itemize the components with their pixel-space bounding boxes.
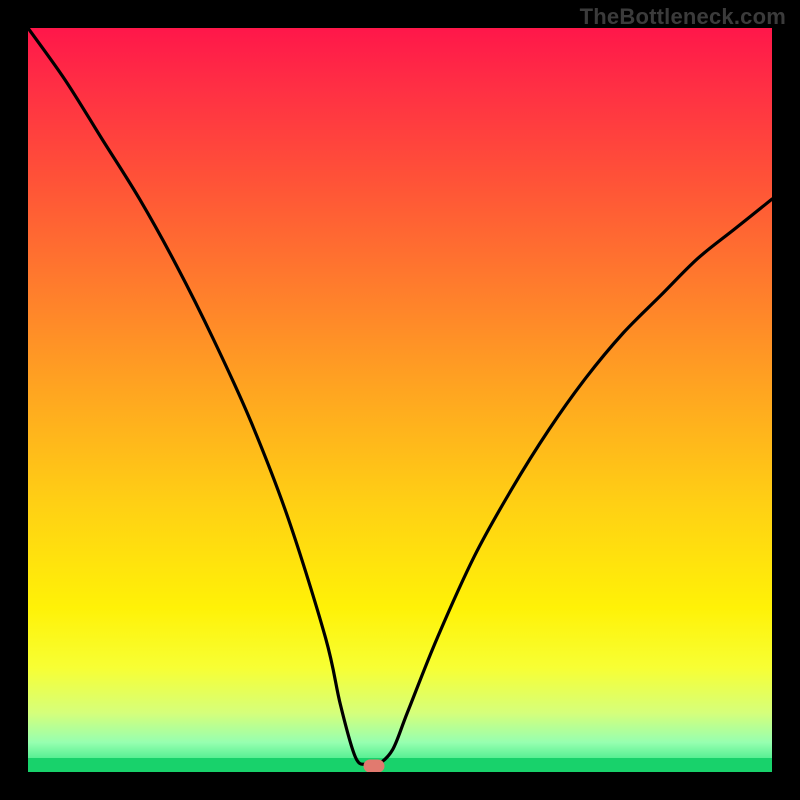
- watermark-text: TheBottleneck.com: [580, 4, 786, 30]
- plot-area: [28, 28, 772, 772]
- optimal-point-marker: [363, 760, 384, 772]
- chart-frame: TheBottleneck.com: [0, 0, 800, 800]
- bottleneck-curve: [28, 28, 772, 772]
